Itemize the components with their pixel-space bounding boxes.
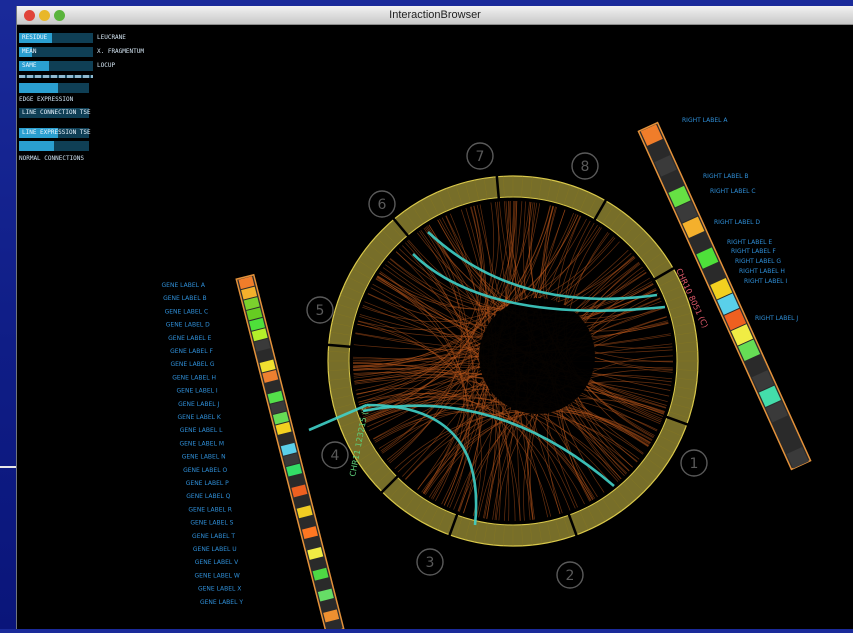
segment-divider [19, 75, 93, 78]
residue-value: LEUCRANE [97, 34, 126, 41]
edge-expression-label: EDGE EXPRESSION [19, 96, 74, 103]
app-window: InteractionBrowser 1 2 3 4 5 6 7 8 CHR11 123215 … [16, 6, 853, 633]
connection-strength-fill [19, 141, 54, 151]
chromosome-number: 6 [378, 197, 387, 213]
mean-label: MEAN [22, 48, 37, 55]
left-gene-label: GENE LABEL D [166, 322, 210, 329]
left-gene-label: GENE LABEL P [186, 480, 229, 487]
chromosome-number: 8 [581, 159, 590, 175]
left-chromosome [235, 273, 345, 633]
right-gene-label: RIGHT LABEL I [744, 278, 787, 285]
left-gene-label: GENE LABEL F [170, 348, 213, 355]
visualization-canvas[interactable]: 1 2 3 4 5 6 7 8 CHR11 123215 (F) CHR10 8051 (C) GE… [17, 25, 853, 633]
right-gene-label: RIGHT LABEL H [739, 268, 785, 275]
left-gene-label: GENE LABEL J [178, 401, 219, 408]
chromosome-number: 4 [331, 448, 340, 464]
left-gene-label: GENE LABEL E [168, 335, 211, 342]
chromosome-number: 1 [690, 456, 699, 472]
line-connection-label: LINE CONNECTION TSE [22, 109, 91, 116]
mean-value: X. FRAGMENTUM [97, 48, 144, 55]
left-gene-label: GENE LABEL L [180, 427, 223, 434]
left-gene-label: GENE LABEL R [188, 506, 232, 513]
same-label: SAME [22, 62, 37, 69]
connection-line [419, 230, 474, 506]
left-gene-label: GENE LABEL O [183, 467, 227, 474]
left-gene-label: GENE LABEL I [177, 388, 218, 395]
same-value: LOCUP [97, 62, 116, 69]
title-bar[interactable]: InteractionBrowser [17, 6, 853, 25]
right-gene-label: RIGHT LABEL B [703, 173, 749, 180]
left-chromosome-body [235, 273, 345, 633]
normal-connections-label: NORMAL CONNECTIONS [19, 155, 85, 162]
connection-strength-track[interactable] [19, 141, 89, 151]
left-gene-label: GENE LABEL A [162, 282, 206, 289]
right-gene-label: RIGHT LABEL G [735, 258, 781, 265]
chromosome-number: 7 [476, 149, 485, 165]
chromosome-number: 3 [426, 555, 435, 571]
edge-expression-fill [19, 83, 58, 93]
left-gene-label: GENE LABEL V [195, 559, 239, 566]
left-gene-label: GENE LABEL Y [200, 599, 243, 606]
left-gene-label: GENE LABEL C [165, 308, 209, 315]
left-gene-label: GENE LABEL X [198, 586, 241, 593]
chromosome-number: 5 [316, 303, 325, 319]
left-gene-label: GENE LABEL T [192, 533, 235, 540]
chromosome-number: 2 [566, 568, 575, 584]
left-gene-label: GENE LABEL B [163, 295, 207, 302]
left-gene-label: GENE LABEL U [193, 546, 237, 553]
interaction-circle-view[interactable]: 12345678CHR11 123215 (F)CHR10 8051 (C)GE… [17, 25, 853, 633]
left-gene-label: GENE LABEL N [182, 454, 226, 461]
inner-core [479, 298, 595, 414]
right-gene-label: RIGHT LABEL D [714, 219, 760, 226]
line-expression-label: LINE EXPRESSION TSE [22, 129, 91, 136]
right-gene-label: RIGHT LABEL F [731, 248, 776, 255]
right-gene-label: RIGHT LABEL E [727, 239, 772, 246]
connection-line [375, 411, 596, 499]
left-gene-label: GENE LABEL H [172, 374, 216, 381]
window-title: InteractionBrowser [389, 9, 481, 21]
edge-expression-track[interactable] [19, 83, 89, 93]
left-gene-label: GENE LABEL S [190, 520, 233, 527]
left-gene-label: GENE LABEL K [178, 414, 222, 421]
left-gene-label: GENE LABEL M [179, 440, 224, 447]
right-gene-label: RIGHT LABEL J [755, 315, 798, 322]
right-gene-label: RIGHT LABEL C [710, 188, 756, 195]
left-gene-label: GENE LABEL Q [186, 493, 230, 500]
right-gene-label: RIGHT LABEL A [682, 117, 728, 124]
left-gene-label: GENE LABEL W [195, 572, 240, 579]
slide-divider-line [0, 466, 16, 468]
left-gene-label: GENE LABEL G [170, 361, 214, 368]
connection-line [397, 408, 649, 473]
residue-label: RESIDUE [22, 34, 48, 41]
